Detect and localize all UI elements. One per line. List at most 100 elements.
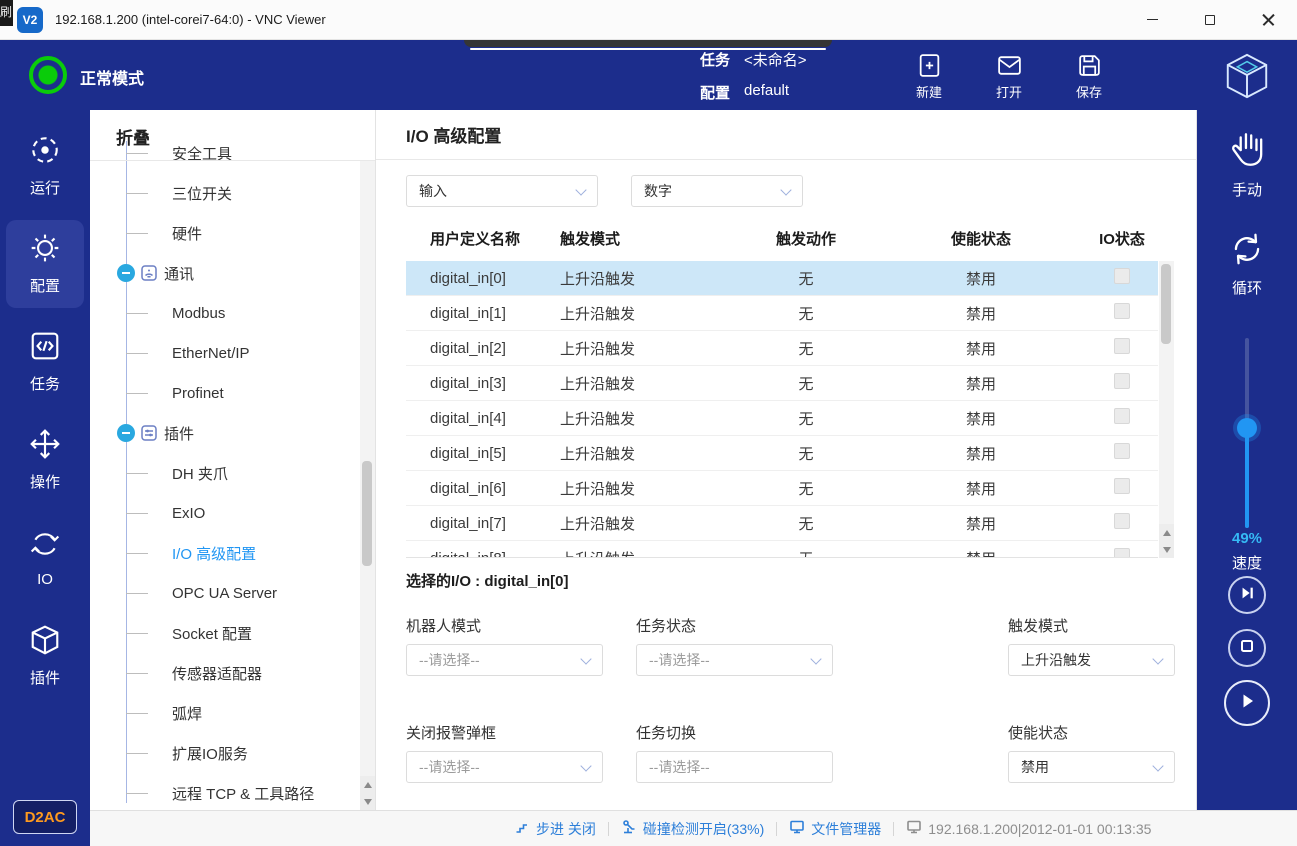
- tree-item[interactable]: 传感器适配器: [90, 653, 360, 693]
- sidebar-item-config[interactable]: 配置: [6, 220, 84, 308]
- io-table-row[interactable]: digital_in[8] 上升沿触发 无 禁用: [406, 541, 1158, 558]
- step-forward-icon: [1239, 585, 1255, 606]
- form-field-select[interactable]: --请选择--: [406, 751, 603, 783]
- minimize-button[interactable]: [1123, 0, 1181, 40]
- io-state-checkbox[interactable]: [1114, 338, 1130, 354]
- tree-item[interactable]: DH 夹爪: [90, 453, 360, 493]
- io-type-select[interactable]: 数字: [631, 175, 803, 207]
- sidebar-item-run[interactable]: 运行: [6, 122, 84, 210]
- stop-button[interactable]: [1228, 629, 1266, 667]
- sidebar-item-operate[interactable]: 操作: [6, 416, 84, 504]
- io-table-row[interactable]: digital_in[5] 上升沿触发 无 禁用: [406, 436, 1158, 471]
- step-mode-status[interactable]: 步进 关闭: [514, 819, 596, 839]
- io-state-checkbox[interactable]: [1114, 513, 1130, 529]
- tree-item[interactable]: 插件: [90, 413, 360, 453]
- io-swap-icon: [29, 528, 61, 565]
- save-task-button[interactable]: 保存: [1057, 52, 1121, 101]
- tree-item[interactable]: 硬件: [90, 213, 360, 253]
- io-table-row[interactable]: digital_in[3] 上升沿触发 无 禁用: [406, 366, 1158, 401]
- tree-item[interactable]: 弧焊: [90, 693, 360, 733]
- cell-trigger-mode: 上升沿触发: [560, 303, 736, 324]
- form-field-value: --请选择--: [649, 650, 710, 670]
- file-manager-button[interactable]: 文件管理器: [789, 819, 881, 839]
- collapse-minus-icon[interactable]: [117, 264, 135, 282]
- table-scroll-up-button[interactable]: [1159, 524, 1174, 541]
- tree-item[interactable]: 通讯: [90, 253, 360, 293]
- connection-label: 192.168.1.200|2012-01-01 00:13:35: [928, 821, 1151, 837]
- tree-item[interactable]: Profinet: [90, 373, 360, 413]
- speed-slider-thumb[interactable]: [1237, 418, 1257, 438]
- maximize-button[interactable]: [1181, 0, 1239, 40]
- io-state-checkbox[interactable]: [1114, 268, 1130, 284]
- manual-mode-button[interactable]: 手动: [1197, 128, 1297, 200]
- new-file-icon: [916, 52, 943, 79]
- loop-label: 循环: [1232, 277, 1262, 298]
- new-task-button[interactable]: 新建: [897, 52, 961, 101]
- io-state-checkbox[interactable]: [1114, 443, 1130, 459]
- sidebar-item-plugin[interactable]: 插件: [6, 612, 84, 700]
- cell-trigger-mode: 上升沿触发: [560, 408, 736, 429]
- io-state-checkbox[interactable]: [1114, 303, 1130, 319]
- open-task-label: 打开: [996, 82, 1022, 101]
- sidebar-item-io[interactable]: IO: [6, 514, 84, 602]
- tree-item[interactable]: I/O 高级配置: [90, 533, 360, 573]
- form-field-select[interactable]: --请选择--: [406, 644, 603, 676]
- task-info: 任务 <未命名>: [700, 49, 807, 70]
- io-direction-select[interactable]: 输入: [406, 175, 598, 207]
- tree-scrollbar-thumb[interactable]: [362, 461, 372, 566]
- cell-user-name: digital_in[0]: [430, 270, 560, 287]
- collision-detection-status[interactable]: 碰撞检测开启(33%): [621, 819, 764, 839]
- step-forward-button[interactable]: [1228, 576, 1266, 614]
- sidebar-item-task[interactable]: 任务: [6, 318, 84, 406]
- tree-item[interactable]: 远程 TCP & 工具路径: [90, 773, 360, 810]
- window-title: 192.168.1.200 (intel-corei7-64:0) - VNC …: [55, 12, 326, 27]
- play-button[interactable]: [1224, 680, 1270, 726]
- io-table-row[interactable]: digital_in[6] 上升沿触发 无 禁用: [406, 471, 1158, 506]
- form-field-select[interactable]: 上升沿触发: [1008, 644, 1175, 676]
- table-scrollbar-thumb[interactable]: [1161, 264, 1171, 344]
- collapse-minus-icon[interactable]: [117, 424, 135, 442]
- io-state-checkbox[interactable]: [1114, 373, 1130, 389]
- speed-label: 速度: [1197, 552, 1297, 573]
- tree-item[interactable]: EtherNet/IP: [90, 333, 360, 373]
- form-field-select[interactable]: --请选择--: [636, 644, 833, 676]
- titlebar[interactable]: V2 192.168.1.200 (intel-corei7-64:0) - V…: [0, 0, 1297, 40]
- mode-status-indicator[interactable]: [29, 56, 67, 94]
- tree-item[interactable]: Socket 配置: [90, 613, 360, 653]
- cell-user-name: digital_in[2]: [430, 340, 560, 357]
- step-mode-label: 步进 关闭: [536, 819, 596, 839]
- tree-item-label: ExIO: [172, 505, 205, 522]
- io-table-row[interactable]: digital_in[1] 上升沿触发 无 禁用: [406, 296, 1158, 331]
- tree-item[interactable]: OPC UA Server: [90, 573, 360, 613]
- form-field-label: 关闭报警弹框: [406, 722, 636, 743]
- io-state-checkbox[interactable]: [1114, 548, 1130, 558]
- io-table-row[interactable]: digital_in[7] 上升沿触发 无 禁用: [406, 506, 1158, 541]
- form-field-label: 任务状态: [636, 615, 1008, 636]
- chevron-down-icon: [780, 184, 791, 195]
- table-scroll-down-button[interactable]: [1159, 541, 1174, 558]
- table-scrollbar[interactable]: [1159, 261, 1174, 558]
- status-divider: [776, 822, 777, 836]
- tree-scroll-up-button[interactable]: [360, 776, 375, 793]
- d2ac-badge[interactable]: D2AC: [13, 800, 77, 834]
- io-state-checkbox[interactable]: [1114, 478, 1130, 494]
- cell-user-name: digital_in[3]: [430, 375, 560, 392]
- sidebar-label-run: 运行: [30, 177, 60, 198]
- io-table-row[interactable]: digital_in[2] 上升沿触发 无 禁用: [406, 331, 1158, 366]
- tree-item[interactable]: ExIO: [90, 493, 360, 533]
- io-table-row[interactable]: digital_in[0] 上升沿触发 无 禁用: [406, 261, 1158, 296]
- io-table-row[interactable]: digital_in[4] 上升沿触发 无 禁用: [406, 401, 1158, 436]
- loop-mode-button[interactable]: 循环: [1197, 230, 1297, 298]
- tree-item[interactable]: 三位开关: [90, 173, 360, 213]
- io-state-checkbox[interactable]: [1114, 408, 1130, 424]
- tree-scroll-down-button[interactable]: [360, 793, 375, 810]
- vnc-toolbar-tab[interactable]: [464, 40, 832, 47]
- tree-scrollbar[interactable]: [360, 161, 375, 810]
- tree-item[interactable]: 扩展IO服务: [90, 733, 360, 773]
- tree-item[interactable]: Modbus: [90, 293, 360, 333]
- form-field-select[interactable]: 禁用: [1008, 751, 1175, 783]
- open-task-button[interactable]: 打开: [977, 52, 1041, 101]
- form-field-select[interactable]: --请选择--: [636, 751, 833, 783]
- close-button[interactable]: [1239, 0, 1297, 40]
- tree-collapse-toggle[interactable]: 折叠: [116, 124, 150, 149]
